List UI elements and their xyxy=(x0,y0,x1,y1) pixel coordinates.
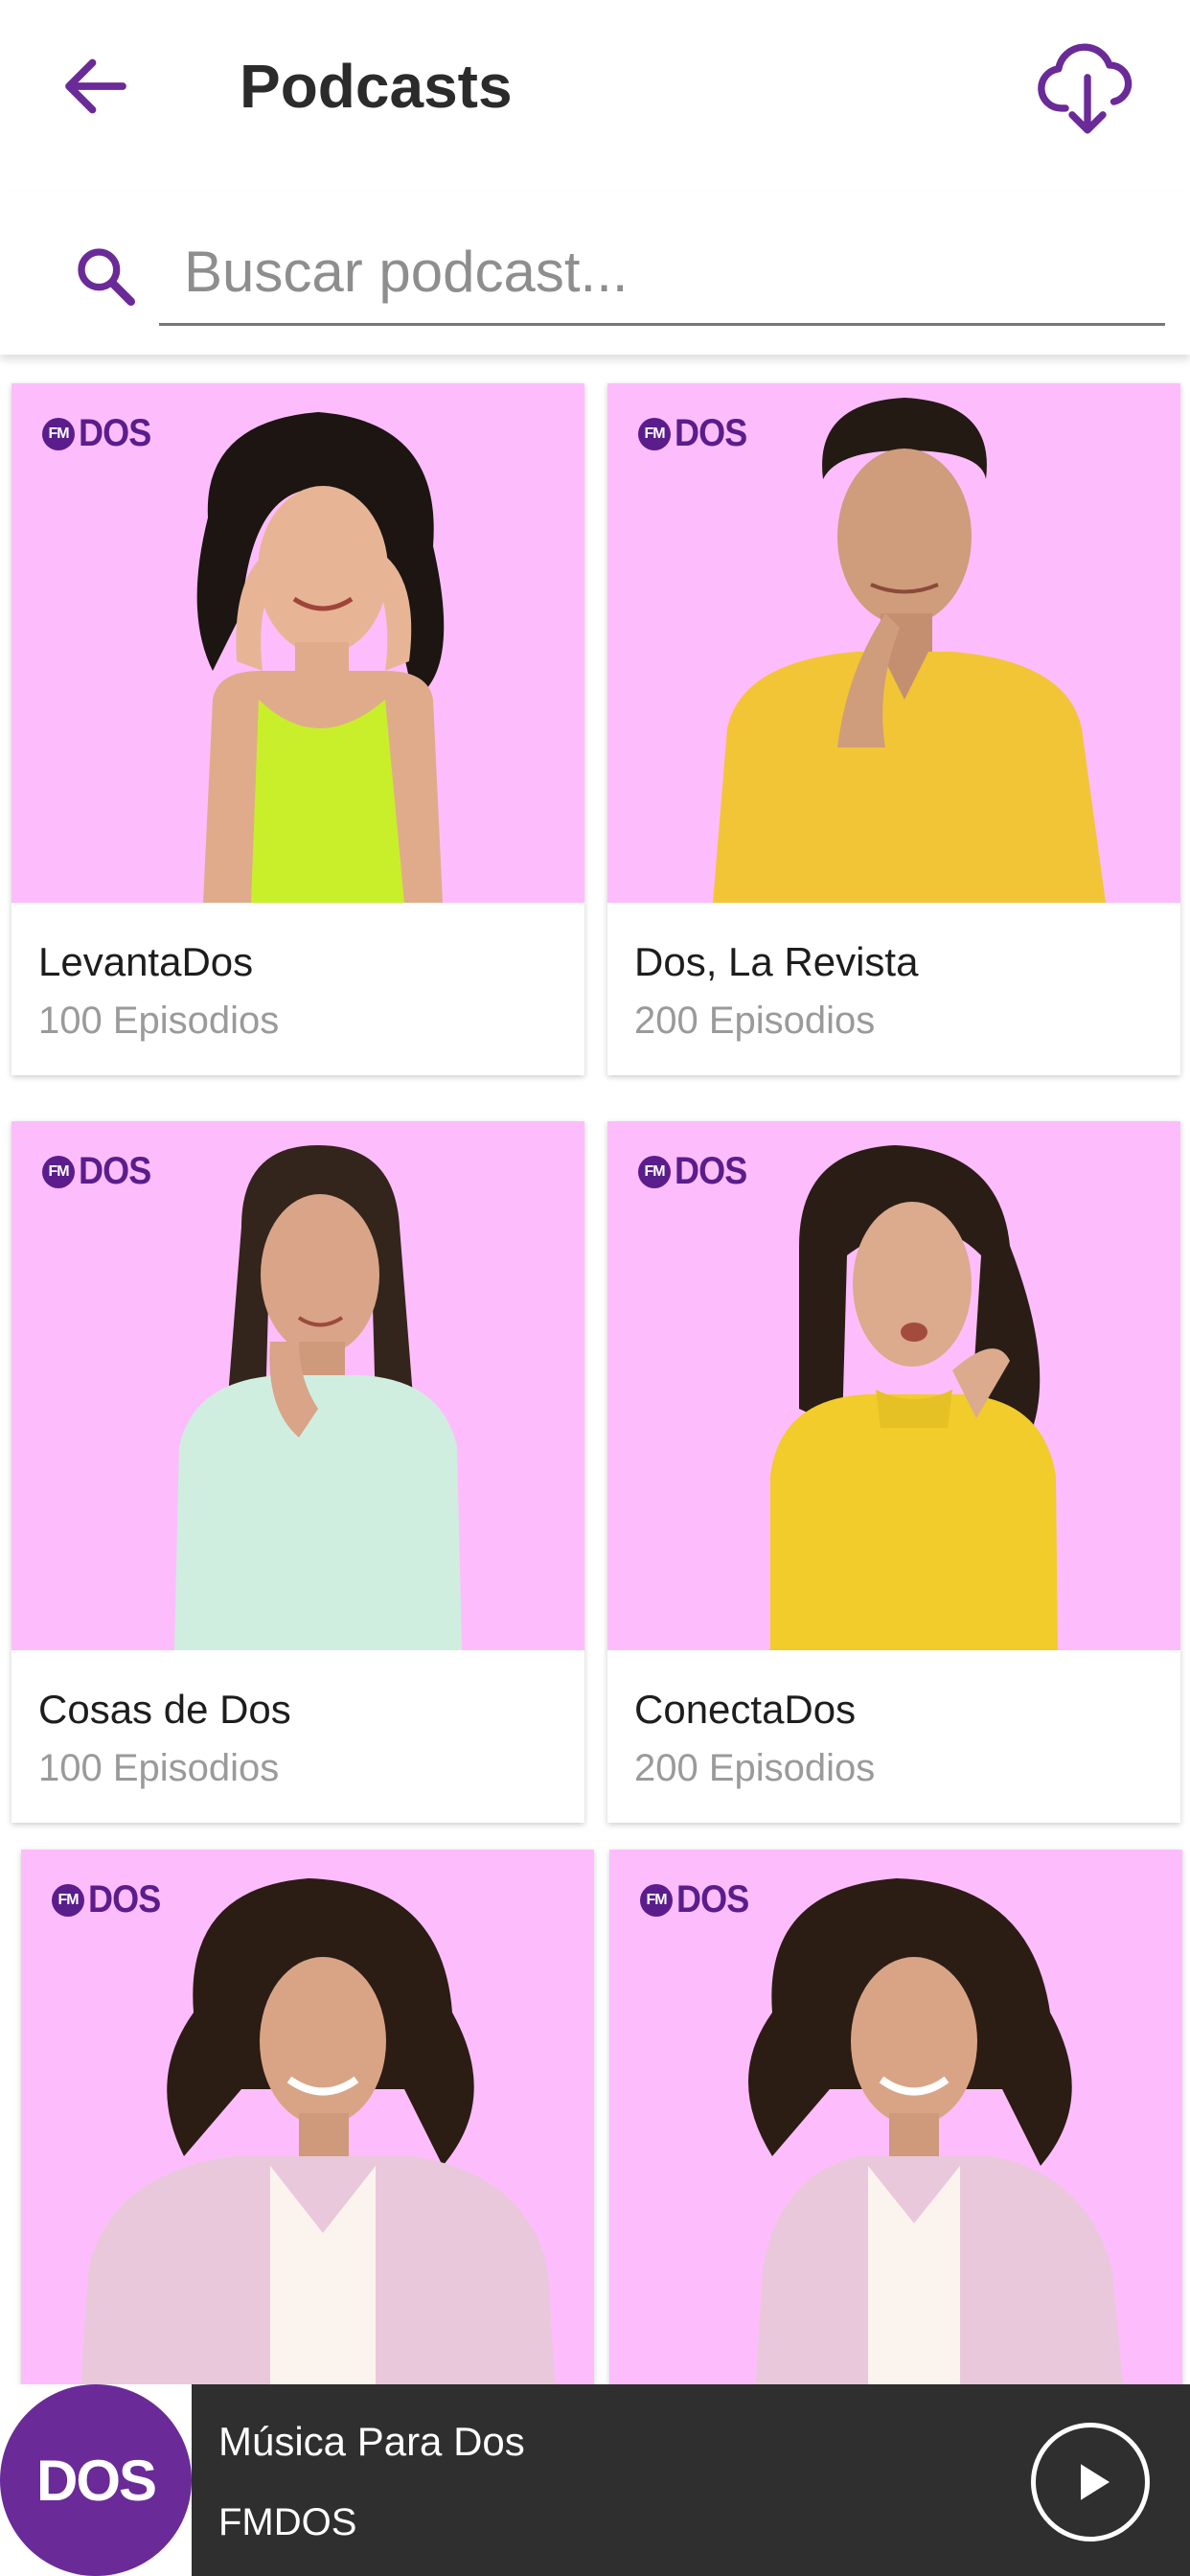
episode-count: 100 Episodios xyxy=(38,1000,280,1042)
podcast-meta: ConectaDos 200 Episodios xyxy=(607,1650,1180,1823)
podcast-card[interactable]: FM DOS xyxy=(21,1850,594,2386)
podcast-meta: Cosas de Dos 100 Episodios xyxy=(11,1650,584,1823)
podcast-cover: FM DOS xyxy=(607,383,1180,903)
host-photo xyxy=(713,398,1106,903)
podcast-card-levantados[interactable]: FM DOS LevantaDos 100 Episodios xyxy=(11,383,584,1075)
now-playing-station: FMDOS xyxy=(218,2501,357,2543)
podcast-name: ConectaDos xyxy=(634,1687,857,1732)
play-button[interactable] xyxy=(1031,2423,1150,2542)
download-button[interactable] xyxy=(1030,29,1145,144)
host-photo xyxy=(770,1145,1058,1650)
episode-count: 100 Episodios xyxy=(38,1747,280,1789)
podcast-card-conectados[interactable]: FM DOS ConectaDos 200 Episodios xyxy=(607,1121,1180,1823)
podcast-card[interactable]: FM DOS xyxy=(609,1850,1182,2386)
cloud-download-icon xyxy=(1038,43,1133,134)
search-input[interactable] xyxy=(159,220,1165,326)
podcast-meta: Dos, La Revista 200 Episodios xyxy=(607,903,1180,1075)
podcast-name: Dos, La Revista xyxy=(634,939,919,984)
mini-player[interactable]: DOS Música Para Dos FMDOS xyxy=(0,2384,1190,2576)
host-photo xyxy=(174,1145,462,1650)
podcast-grid: FM DOS LevantaDos 100 Episodios FM DOS D… xyxy=(0,374,1190,2386)
episode-count: 200 Episodios xyxy=(634,1747,876,1789)
station-logo: DOS xyxy=(0,2384,192,2576)
episode-count: 200 Episodios xyxy=(634,1000,876,1042)
arrow-left-icon xyxy=(65,58,126,114)
play-icon xyxy=(1081,2464,1110,2500)
podcast-name: LevantaDos xyxy=(38,939,254,984)
back-button[interactable] xyxy=(48,38,144,134)
podcast-cover: FM DOS xyxy=(11,1121,584,1650)
podcasts-screen: Podcasts FM DOS xyxy=(0,0,1190,2576)
podcast-cover: FM DOS xyxy=(21,1850,594,2386)
podcast-name: Cosas de Dos xyxy=(38,1687,291,1732)
host-photo xyxy=(196,412,445,903)
search-icon[interactable] xyxy=(67,238,144,314)
podcast-cover: FM DOS xyxy=(607,1121,1180,1650)
podcast-card-cosas-de-dos[interactable]: FM DOS Cosas de Dos 100 Episodios xyxy=(11,1121,584,1823)
page-title: Podcasts xyxy=(240,52,513,121)
podcast-cover: FM DOS xyxy=(609,1850,1182,2386)
search-bar xyxy=(0,192,1190,355)
podcast-card-dos-la-revista[interactable]: FM DOS Dos, La Revista 200 Episodios xyxy=(607,383,1180,1075)
host-photo xyxy=(80,1878,556,2386)
podcast-meta: LevantaDos 100 Episodios xyxy=(11,903,584,1075)
podcast-cover: FM DOS xyxy=(11,383,584,903)
now-playing-title: Música Para Dos xyxy=(218,2419,525,2464)
host-photo xyxy=(748,1878,1124,2386)
app-header: Podcasts xyxy=(0,0,1190,172)
